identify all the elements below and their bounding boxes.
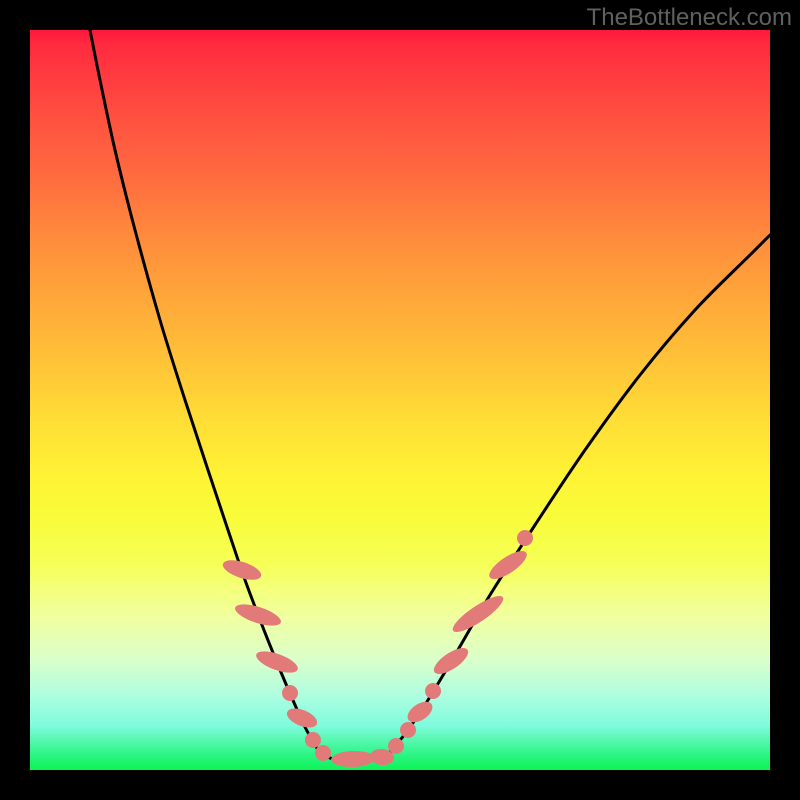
- marker-dot: [315, 745, 331, 761]
- bottleneck-curve: [90, 30, 770, 760]
- marker-dot: [388, 738, 404, 754]
- marker-pill: [430, 643, 472, 679]
- marker-pill: [221, 556, 264, 584]
- marker-pill: [284, 705, 320, 732]
- marker-dot: [425, 683, 441, 699]
- marker-layer: [221, 530, 533, 768]
- marker-dot: [282, 685, 298, 701]
- chart-frame: TheBottleneck.com: [0, 0, 800, 800]
- marker-pill: [485, 546, 530, 584]
- marker-dot: [400, 722, 416, 738]
- marker-pill: [449, 591, 508, 638]
- marker-dot: [305, 732, 321, 748]
- marker-pill: [254, 647, 301, 677]
- marker-pill: [233, 600, 284, 630]
- marker-dot: [517, 530, 533, 546]
- plot-area: [30, 30, 770, 770]
- curve-layer: [30, 30, 770, 770]
- marker-pill: [331, 750, 376, 768]
- watermark-text: TheBottleneck.com: [587, 4, 792, 32]
